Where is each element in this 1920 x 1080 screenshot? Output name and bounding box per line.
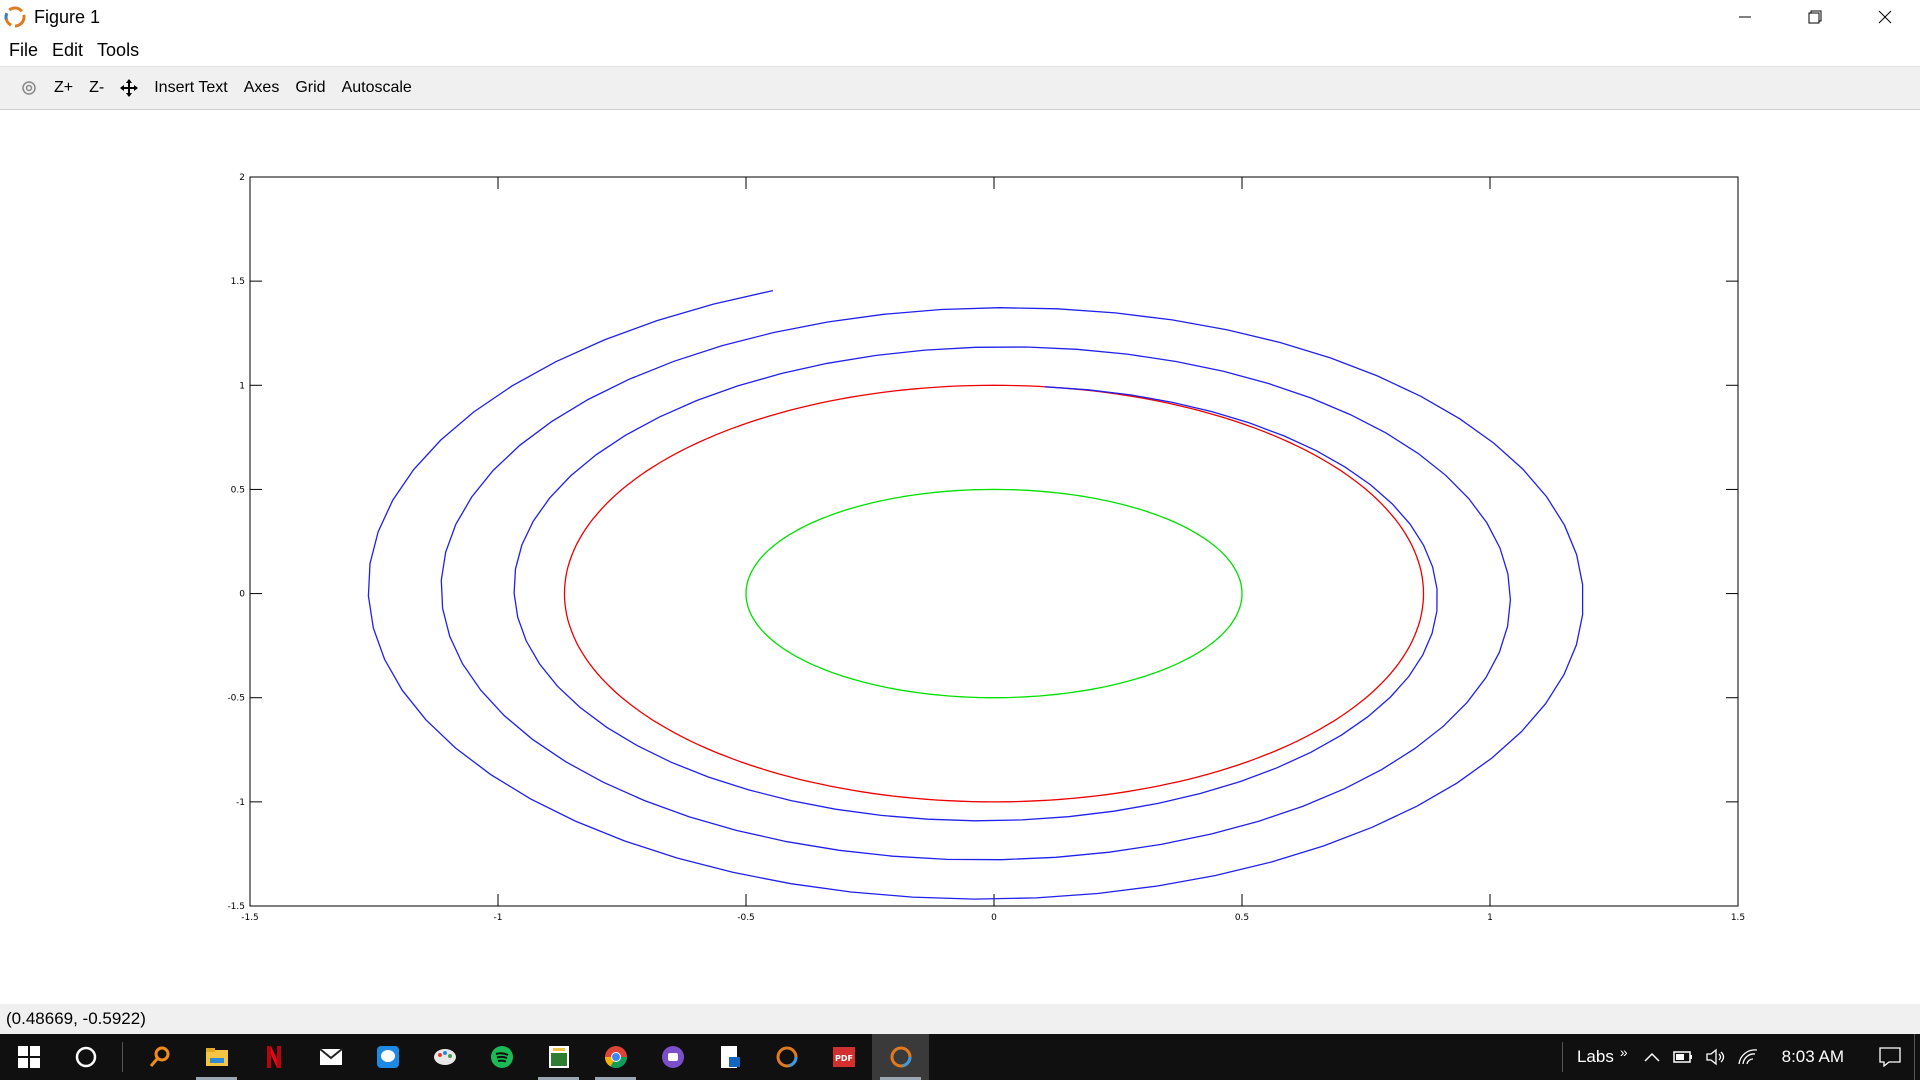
y-tick-label: 0.5 <box>231 485 245 495</box>
taskbar-messenger[interactable] <box>359 1034 416 1080</box>
taskbar-search-app[interactable] <box>131 1034 188 1080</box>
menu-edit[interactable]: Edit <box>52 40 83 61</box>
figure-toolbar: Z+ Z- Insert Text Axes Grid Autoscale <box>0 66 1920 110</box>
close-button[interactable] <box>1850 0 1920 34</box>
taskbar-purple-app[interactable] <box>644 1034 701 1080</box>
restore-icon <box>1808 10 1822 24</box>
plot-axes[interactable]: -1.5 -1 -0.5 0 0.5 1 1.5 -1.5 -1 -0.5 0 0.5 1 1.5 2 <box>0 110 1920 1004</box>
taskbar-chrome[interactable] <box>587 1034 644 1080</box>
netflix-icon <box>266 1046 281 1068</box>
y-tick-label: -0.5 <box>227 694 245 704</box>
y-tick-label: -1.5 <box>227 902 245 912</box>
file-explorer-icon <box>205 1048 228 1066</box>
autoscale-button[interactable]: Autoscale <box>334 73 420 103</box>
y-tick-label: 1.5 <box>231 277 245 287</box>
minimize-button[interactable] <box>1710 0 1780 34</box>
taskbar-octave-active[interactable] <box>872 1034 929 1080</box>
taskbar-mail[interactable] <box>302 1034 359 1080</box>
rotate-icon <box>22 81 36 95</box>
wifi-button[interactable] <box>1732 1034 1764 1080</box>
minimize-icon <box>1739 16 1751 18</box>
volume-icon <box>1705 1048 1724 1066</box>
tray-chevron[interactable]: » <box>1620 1044 1628 1060</box>
zoom-in-button[interactable]: Z+ <box>46 73 81 103</box>
pan-icon <box>120 79 139 97</box>
insert-text-button[interactable]: Insert Text <box>146 73 236 103</box>
close-icon <box>1878 10 1892 24</box>
x-tick-label: -0.5 <box>737 913 755 923</box>
y-tick-label: -1 <box>236 798 245 808</box>
search-app-icon <box>149 1046 169 1067</box>
up-arrow-icon <box>1644 1052 1660 1062</box>
octave-active-icon <box>890 1046 911 1068</box>
x-tick-label: 0.5 <box>1235 913 1249 923</box>
restore-button[interactable] <box>1780 0 1850 34</box>
y-tick-label: 2 <box>239 173 245 183</box>
x-tick-label: 0 <box>991 913 997 923</box>
figure-canvas[interactable]: -1.5 -1 -0.5 0 0.5 1 1.5 -1.5 -1 -0.5 0 0.5 1 1.5 2 <box>0 110 1920 1004</box>
cortana-icon <box>75 1046 96 1068</box>
axes-box <box>249 176 1739 907</box>
x-tick-label: 1.5 <box>1731 913 1745 923</box>
y-tick-label: 0 <box>239 590 245 600</box>
octave-icon <box>2 4 28 30</box>
svg-text:PDF: PDF <box>835 1054 853 1063</box>
title-bar: Figure 1 <box>0 0 1920 34</box>
status-bar: (0.48669, -0.5922) <box>0 1004 1920 1034</box>
battery-icon <box>1672 1051 1692 1063</box>
taskbar-sheet-app[interactable] <box>530 1034 587 1080</box>
mail-icon <box>318 1048 343 1065</box>
notification-icon <box>1879 1047 1901 1067</box>
taskbar-pdf[interactable]: PDF <box>815 1034 872 1080</box>
axes-button[interactable]: Axes <box>236 73 288 103</box>
windows-start-icon <box>17 1046 40 1068</box>
taskbar-paint[interactable] <box>416 1034 473 1080</box>
windows-taskbar: PDF Labs » 8:03 AM <box>0 1034 1920 1080</box>
messenger-icon <box>376 1046 399 1068</box>
paint-icon <box>433 1049 456 1065</box>
menu-bar: File Edit Tools <box>0 34 1920 66</box>
volume-button[interactable] <box>1700 1034 1732 1080</box>
taskbar-netflix[interactable] <box>245 1034 302 1080</box>
pdf-icon: PDF <box>832 1047 855 1067</box>
x-tick-label: -1 <box>494 913 503 923</box>
y-tick-label: 1 <box>239 381 245 391</box>
pan-button[interactable] <box>112 73 146 103</box>
taskbar-octave[interactable] <box>758 1034 815 1080</box>
doc-icon <box>720 1046 740 1068</box>
action-center-button[interactable] <box>1866 1034 1914 1080</box>
window-title: Figure 1 <box>34 6 101 27</box>
octave-taskbar-icon <box>776 1046 797 1068</box>
sheet-icon <box>548 1046 569 1068</box>
menu-file[interactable]: File <box>9 40 38 61</box>
menu-tools[interactable]: Tools <box>97 40 139 61</box>
x-tick-label: -1.5 <box>241 913 259 923</box>
taskbar-spotify[interactable] <box>473 1034 530 1080</box>
start-button[interactable] <box>0 1034 57 1080</box>
clock[interactable]: 8:03 AM <box>1782 1047 1844 1067</box>
chrome-icon <box>604 1046 627 1068</box>
app-icon <box>661 1046 684 1068</box>
battery-button[interactable] <box>1668 1034 1700 1080</box>
system-tray: Labs » 8:03 AM <box>1561 1034 1920 1080</box>
taskbar-file-explorer[interactable] <box>188 1034 245 1080</box>
wifi-icon <box>1737 1049 1757 1065</box>
rotate-button[interactable] <box>12 73 46 103</box>
grid-button[interactable]: Grid <box>287 73 333 103</box>
taskbar-doc-app[interactable] <box>701 1034 758 1080</box>
zoom-out-button[interactable]: Z- <box>81 73 112 103</box>
tray-label[interactable]: Labs <box>1577 1047 1614 1067</box>
cortana-button[interactable] <box>57 1034 114 1080</box>
show-hidden-icons[interactable] <box>1636 1034 1668 1080</box>
cursor-coordinates: (0.48669, -0.5922) <box>6 1009 146 1028</box>
spotify-icon <box>490 1046 513 1068</box>
x-tick-label: 1 <box>1487 913 1493 923</box>
